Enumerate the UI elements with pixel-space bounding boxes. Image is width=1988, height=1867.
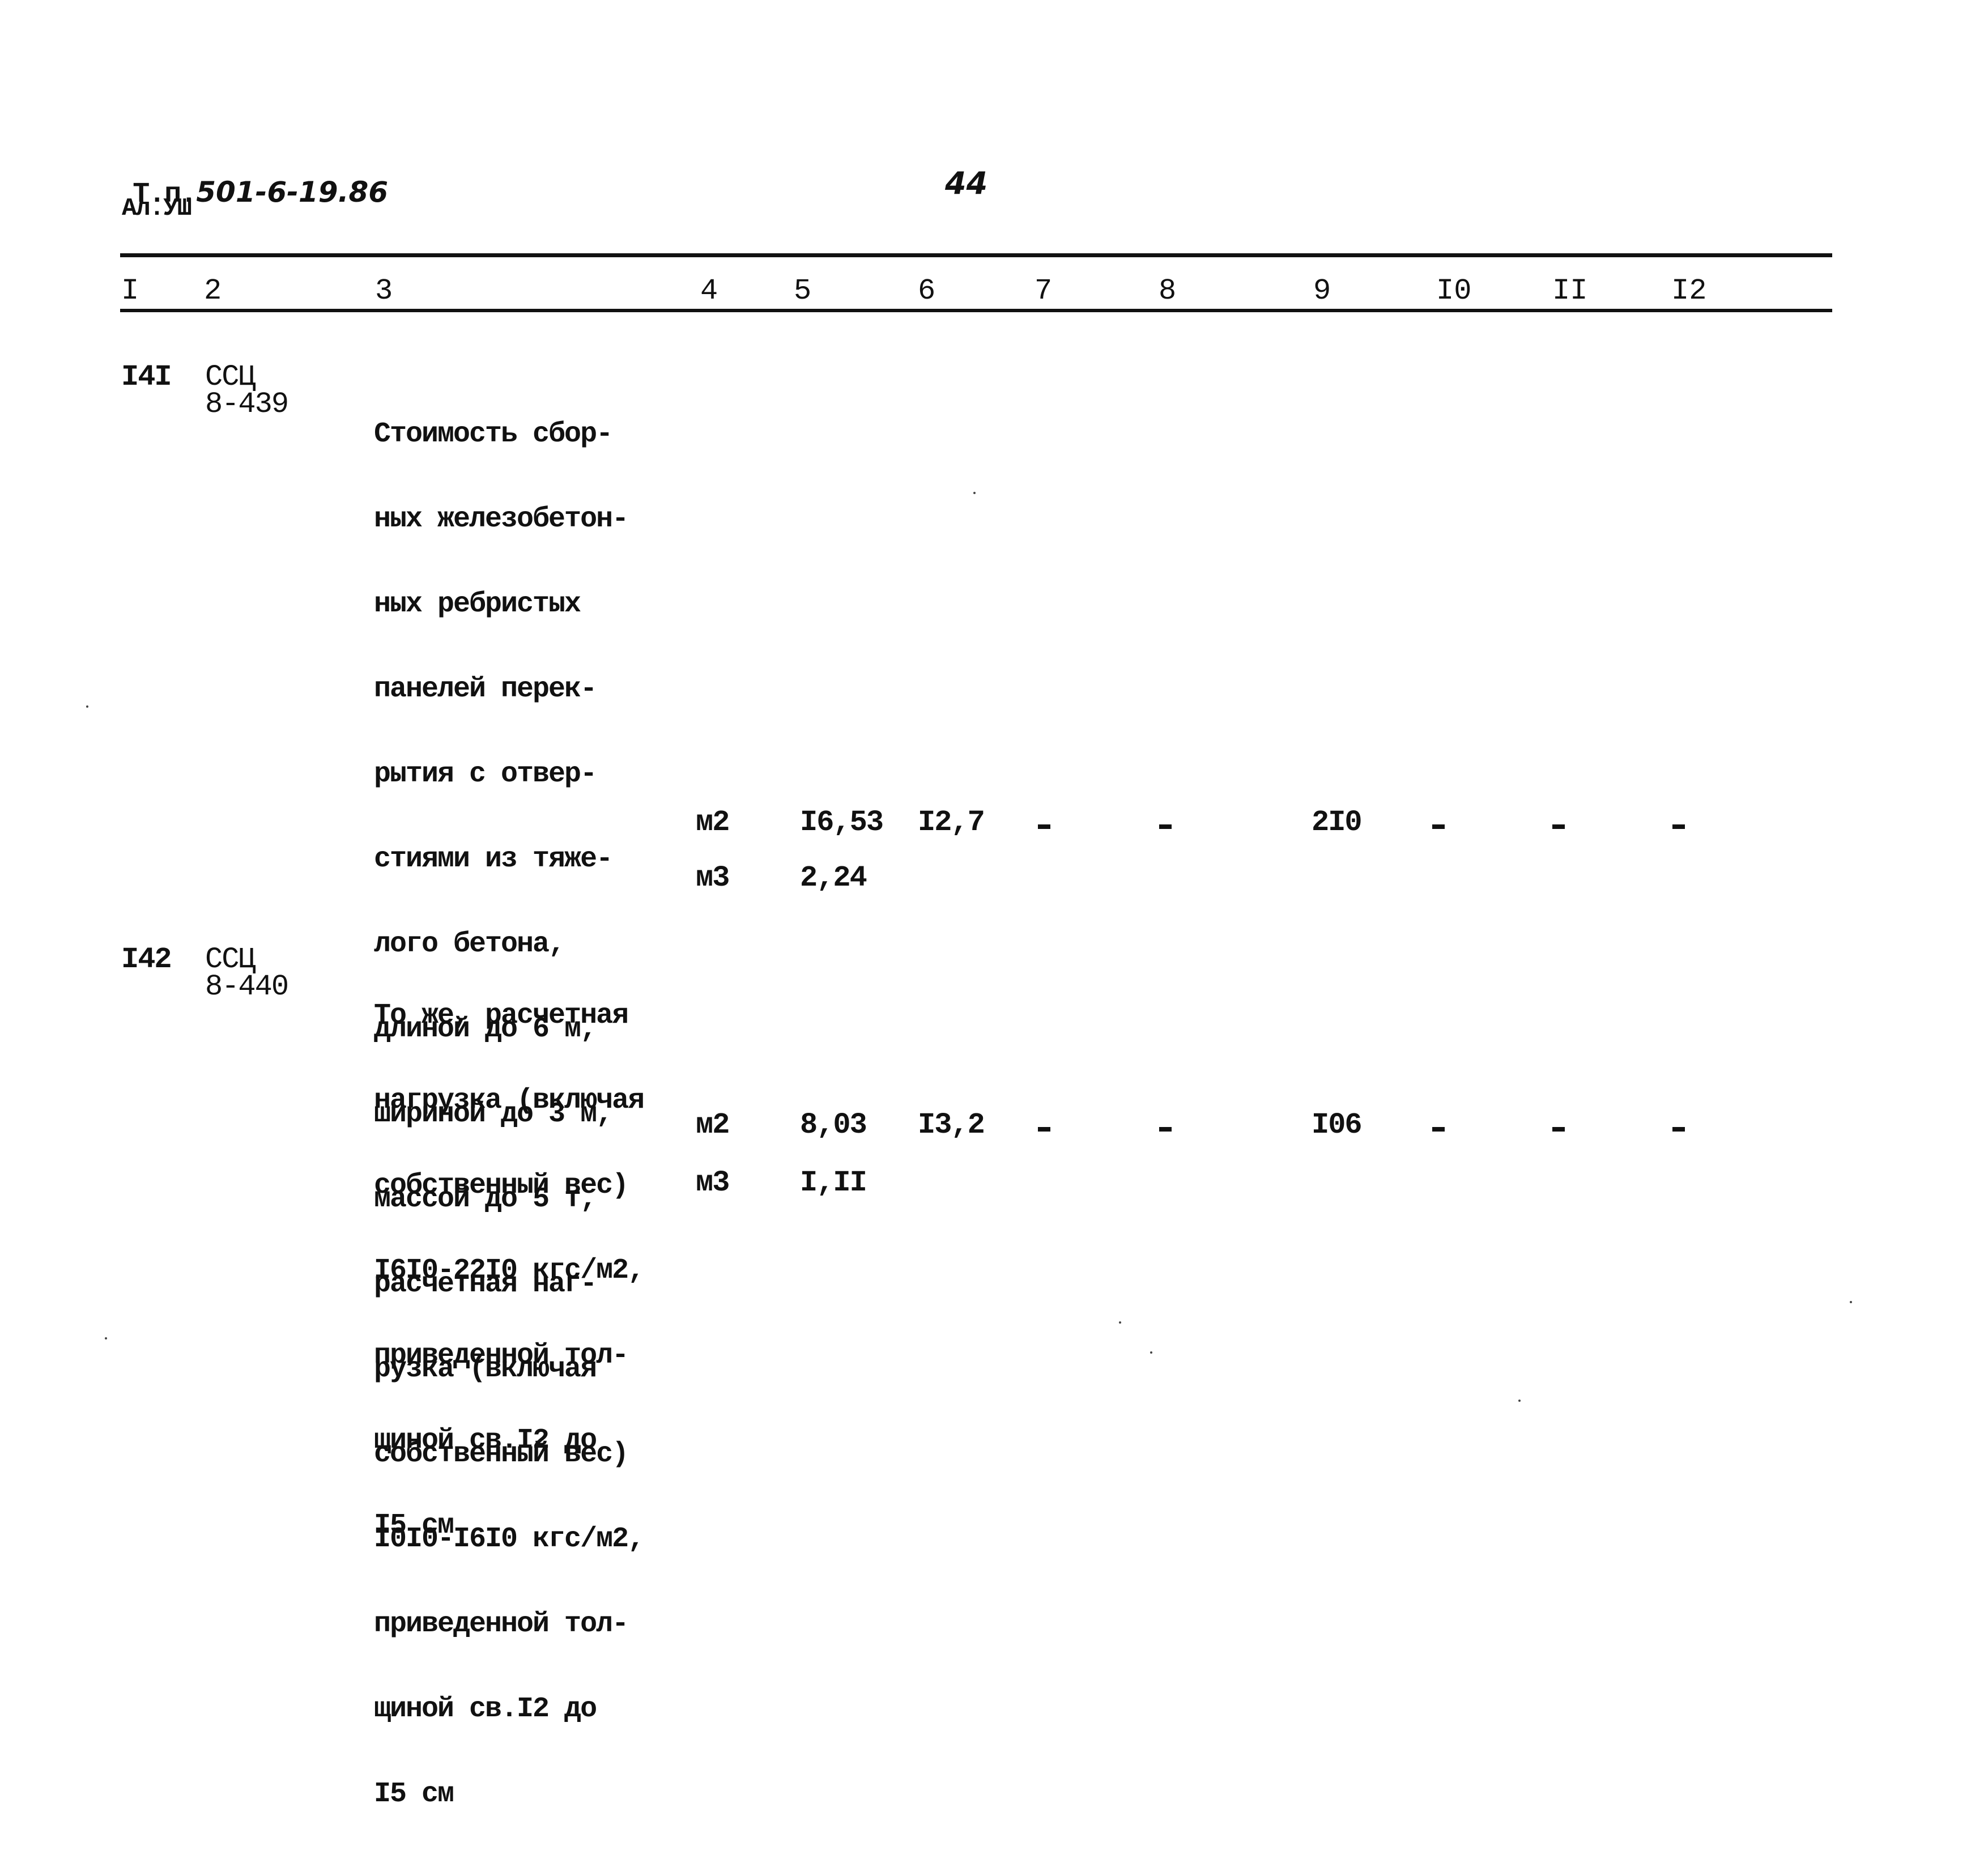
col8-empty-dash xyxy=(1159,824,1172,829)
col7-empty-dash xyxy=(1038,824,1050,829)
scan-speck xyxy=(1850,1301,1852,1303)
row-number: I42 xyxy=(121,943,172,976)
column-number: I0 xyxy=(1436,274,1472,308)
scan-speck xyxy=(105,1337,107,1339)
column-number: I xyxy=(121,274,139,308)
col5-cell: I6,53 xyxy=(800,806,884,839)
unit-cell: м3 xyxy=(696,1166,730,1200)
doc-number: 501-6-19.86 xyxy=(196,176,389,209)
column-number: 3 xyxy=(375,274,393,308)
album-label: Ал.УШ xyxy=(122,194,192,223)
description-line: стиями из тяже- xyxy=(374,843,613,875)
description-line: приведенной тол- xyxy=(374,1339,629,1372)
column-number: I2 xyxy=(1671,274,1707,308)
col5-cell: 8,03 xyxy=(800,1108,867,1142)
scan-speck xyxy=(86,705,88,708)
col11-empty-dash xyxy=(1552,824,1565,829)
col8-empty-dash xyxy=(1159,1127,1172,1132)
col7-empty-dash xyxy=(1038,1127,1050,1132)
description-line: собственный вес) xyxy=(374,1169,629,1202)
description-line: щиной св.I2 до xyxy=(374,1424,597,1457)
column-number: 5 xyxy=(794,274,812,308)
scan-speck xyxy=(1150,1351,1152,1354)
description-line: I5 см xyxy=(374,1509,454,1542)
col5-cell: 2,24 xyxy=(800,861,867,895)
column-number: 4 xyxy=(700,274,718,308)
col5-cell: I,II xyxy=(800,1166,867,1200)
description-line: щиной св.I2 до xyxy=(374,1693,597,1725)
description-line: ных ребристых xyxy=(374,588,581,620)
price-code-number: 8-439 xyxy=(205,388,289,421)
description-line: панелей перек- xyxy=(374,673,597,705)
unit-cell: м2 xyxy=(696,806,730,839)
column-number: 2 xyxy=(204,274,222,308)
page-number: 44 xyxy=(945,165,988,201)
description-line: I5 см xyxy=(374,1778,454,1810)
description-line: ных железобетон- xyxy=(374,503,629,535)
row-number: I4I xyxy=(121,360,172,394)
col6-cell: I3,2 xyxy=(918,1108,985,1142)
col11-empty-dash xyxy=(1552,1127,1565,1132)
description-line: То же, расчетная xyxy=(374,1000,629,1032)
column-number: 9 xyxy=(1313,274,1331,308)
column-number: 8 xyxy=(1159,274,1177,308)
description-line: нагрузка (включая xyxy=(374,1085,645,1117)
scan-speck xyxy=(1518,1400,1521,1402)
unit-cell: м2 xyxy=(696,1108,730,1142)
price-code-number: 8-440 xyxy=(205,970,289,1003)
description-line: Стоимость сбор- xyxy=(374,418,613,450)
scan-speck xyxy=(1119,1321,1121,1324)
description-line: I6I0-22I0 кгс/м2, xyxy=(374,1254,645,1287)
col9-cell: I06 xyxy=(1312,1108,1363,1142)
item-description: То же, расчетная нагрузка (включая собст… xyxy=(374,945,645,1597)
table-top-rule xyxy=(120,253,1832,257)
table-header-rule xyxy=(120,309,1832,312)
description-line: приведенной тол- xyxy=(374,1608,629,1640)
col6-cell: I2,7 xyxy=(918,806,985,839)
col9-cell: 2I0 xyxy=(1312,806,1363,839)
col12-empty-dash xyxy=(1672,824,1685,829)
col12-empty-dash xyxy=(1672,1127,1685,1132)
scan-speck xyxy=(973,492,976,494)
description-line: рытия с отвер- xyxy=(374,758,597,790)
col10-empty-dash xyxy=(1432,1127,1445,1132)
col10-empty-dash xyxy=(1432,824,1445,829)
column-number: 6 xyxy=(918,274,936,308)
column-number: 7 xyxy=(1035,274,1053,308)
unit-cell: м3 xyxy=(696,861,730,895)
column-number: II xyxy=(1552,274,1588,308)
